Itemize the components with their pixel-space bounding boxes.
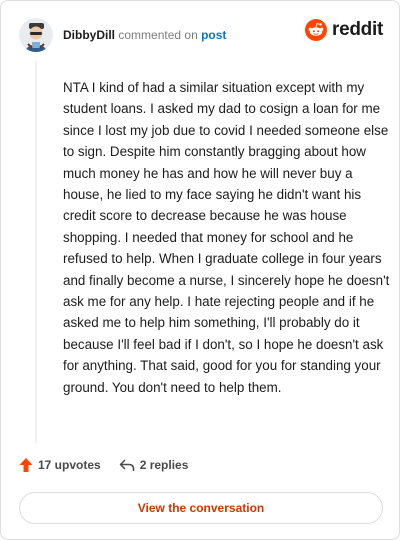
embedded-comment-card: DibbyDill commented on post reddit NTA I… <box>0 0 400 540</box>
reply-arrow-icon <box>119 459 134 471</box>
upvote-arrow-icon <box>19 458 33 472</box>
comment-header: DibbyDill commented on post reddit <box>19 15 385 55</box>
comment-body: NTA I kind of had a similar situation ex… <box>63 80 390 395</box>
view-conversation-button[interactable]: View the conversation <box>19 492 383 524</box>
avatar[interactable] <box>19 18 53 52</box>
username[interactable]: DibbyDill <box>63 28 115 42</box>
post-link[interactable]: post <box>201 28 226 42</box>
header-action-text: commented on <box>118 28 198 42</box>
comment-actions: 17 upvotes 2 replies <box>19 457 188 473</box>
header-text: DibbyDill commented on post <box>63 28 226 42</box>
thread-line <box>35 61 37 443</box>
upvote-button[interactable]: 17 upvotes <box>19 457 101 473</box>
reddit-logo-icon <box>305 19 328 41</box>
avatar-icon <box>19 18 53 52</box>
upvote-count: 17 upvotes <box>38 458 101 472</box>
replies-button[interactable]: 2 replies <box>119 458 189 472</box>
brand-logo[interactable]: reddit <box>305 19 383 41</box>
replies-count: 2 replies <box>139 458 189 472</box>
brand-name: reddit <box>332 19 383 40</box>
